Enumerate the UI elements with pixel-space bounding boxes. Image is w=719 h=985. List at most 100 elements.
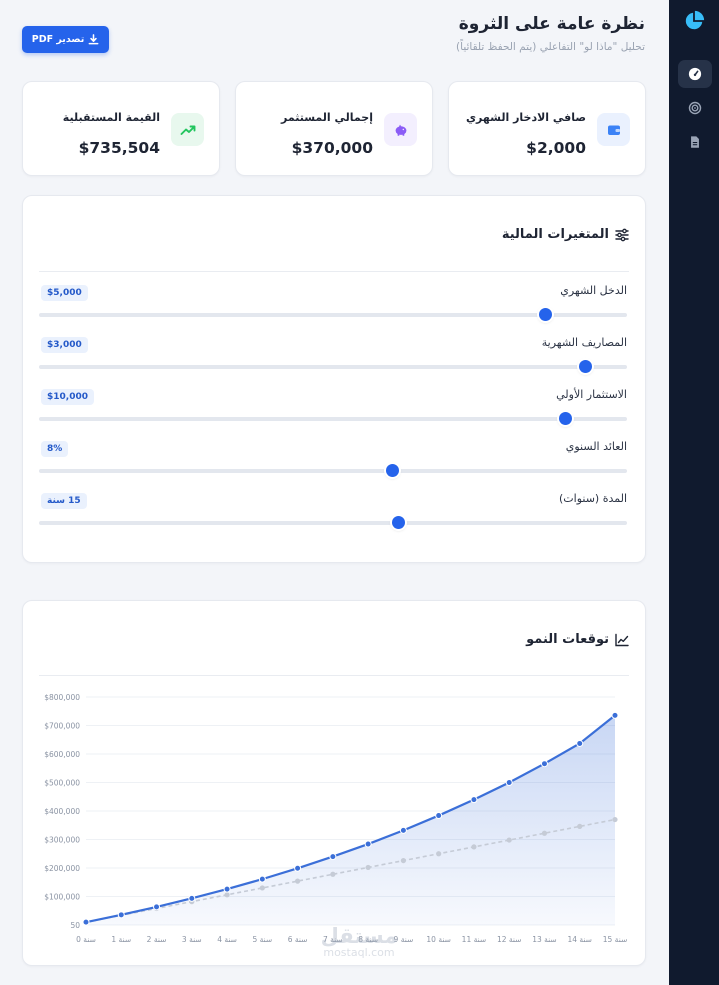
slider-value-badge: 8%: [41, 441, 69, 457]
series-point-value: [329, 853, 337, 861]
x-tick-label: سنة 5: [252, 935, 272, 944]
slider-track[interactable]: [39, 360, 627, 373]
slider-track[interactable]: [39, 516, 627, 529]
stat-value: $735,504: [78, 139, 160, 157]
stat-value: $370,000: [291, 139, 373, 157]
stat-icon-box: [171, 113, 204, 146]
x-tick-label: سنة 13: [532, 935, 557, 944]
series-point-invested: [400, 857, 406, 864]
y-tick-label: $200,000: [44, 864, 80, 873]
stat-label: القيمة المستقبلية: [62, 111, 160, 124]
y-tick-label: $700,000: [44, 722, 80, 731]
series-point-invested: [506, 837, 512, 843]
stat-icon-box: [597, 113, 630, 146]
target-icon: [688, 101, 702, 115]
growth-line-chart: 50 $100,000 $200,000 $300,000 $400,000 $500,0…: [44, 693, 628, 944]
series-point-value: [153, 903, 161, 911]
x-tick-label: سنة 14: [567, 935, 592, 944]
slider-label: العائد السنوي: [565, 440, 627, 453]
x-tick-label: سنة 10: [426, 935, 451, 944]
series-point-value: [117, 911, 125, 919]
slider-value-badge: 15 سنة: [41, 493, 87, 509]
variables-title: المتغيرات المالية: [502, 227, 629, 242]
slider-value-badge: $3,000: [41, 337, 88, 353]
slider-thumb[interactable]: [385, 464, 399, 477]
sidebar-item-goals[interactable]: [678, 94, 712, 122]
slider-label: الاستثمار الأولي: [556, 388, 627, 401]
x-tick-label: سنة 15: [603, 935, 628, 944]
stat-value: $2,000: [526, 139, 586, 157]
variables-title-text: المتغيرات المالية: [501, 227, 609, 242]
series-area: [86, 715, 615, 925]
divider: [39, 271, 629, 272]
y-tick-label: 50: [70, 921, 80, 930]
x-tick-label: سنة 11: [462, 935, 487, 944]
series-point-invested: [471, 844, 477, 850]
series-point-value: [258, 875, 266, 883]
y-tick-label: $300,000: [44, 836, 80, 845]
export-pdf-label: تصدير PDF: [31, 34, 85, 45]
slider-thumb[interactable]: [391, 516, 405, 529]
pie-chart-logo-icon: [685, 10, 705, 30]
x-tick-label: سنة 3: [182, 935, 202, 944]
series-point-invested: [365, 864, 371, 871]
slider-label: المصاريف الشهرية: [541, 336, 627, 349]
gauge-icon: [688, 67, 702, 81]
trending-up-icon: [180, 125, 195, 135]
series-point-value: [188, 894, 196, 902]
series-point-value: [294, 864, 302, 872]
series-point-value: [82, 918, 90, 926]
series-point-invested: [436, 851, 442, 857]
y-tick-label: $100,000: [44, 893, 80, 902]
x-tick-label: سنة 2: [147, 935, 167, 944]
x-tick-label: سنة 12: [497, 935, 522, 944]
sidebar: [669, 0, 719, 985]
y-tick-label: $800,000: [44, 693, 80, 702]
sidebar-item-reports[interactable]: [678, 128, 712, 156]
slider-label: المدة (سنوات): [558, 492, 627, 505]
series-point-invested: [295, 878, 301, 884]
document-icon: [691, 136, 699, 148]
y-tick-label: $600,000: [44, 750, 80, 759]
series-point-value: [364, 840, 372, 848]
download-icon: [88, 34, 99, 45]
sliders-icon: [615, 228, 629, 241]
x-tick-label: سنة 0: [76, 935, 96, 944]
slider-thumb[interactable]: [538, 308, 552, 321]
growth-chart-card: توقعات النمو 50 $100,000 $200,000 $300,000 $…: [22, 600, 646, 966]
series-point-value: [611, 711, 619, 719]
slider-label: الدخل الشهري: [560, 284, 627, 297]
slider-value-badge: $5,000: [41, 285, 88, 301]
piggy-bank-icon: [395, 124, 406, 136]
stat-icon-box: [384, 113, 417, 146]
series-point-value: [223, 885, 231, 893]
series-point-invested: [224, 892, 230, 898]
y-tick-label: $500,000: [44, 779, 80, 788]
x-tick-label: سنة 6: [288, 935, 308, 944]
page-title: نظرة عامة على الثروة: [458, 14, 645, 34]
export-pdf-button[interactable]: تصدير PDF: [22, 26, 109, 53]
series-point-value: [540, 760, 548, 768]
series-point-value: [470, 796, 478, 804]
x-tick-label: سنة 1: [111, 935, 131, 944]
slider-thumb[interactable]: [558, 412, 572, 425]
series-point-value: [505, 779, 513, 786]
stat-label: صافي الادخار الشهري: [465, 111, 586, 124]
sidebar-item-overview[interactable]: [678, 60, 712, 88]
slider-value-badge: $10,000: [41, 389, 94, 405]
financial-variables-card: المتغيرات المالية الدخل الشهري $5,000 المص…: [22, 195, 646, 563]
series-point-invested: [259, 885, 265, 891]
series-point-invested: [541, 830, 548, 836]
series-point-invested: [612, 816, 618, 823]
stat-label: إجمالي المستثمر: [281, 111, 373, 124]
slider-track[interactable]: [39, 308, 627, 321]
stat-card-total-invested: إجمالي المستثمر $370,000: [235, 81, 433, 176]
y-tick-label: $400,000: [44, 807, 80, 816]
slider-thumb[interactable]: [578, 360, 592, 373]
page-subtitle: تحليل "ماذا لو" التفاعلي (يتم الحفظ تلقا…: [456, 41, 645, 53]
series-point-invested: [577, 823, 583, 829]
watermark-logo: مستقل mostaql.com: [320, 924, 398, 959]
stat-card-future-value: القيمة المستقبلية $735,504: [22, 81, 220, 176]
slider-track[interactable]: [39, 412, 627, 425]
slider-track[interactable]: [39, 464, 627, 477]
